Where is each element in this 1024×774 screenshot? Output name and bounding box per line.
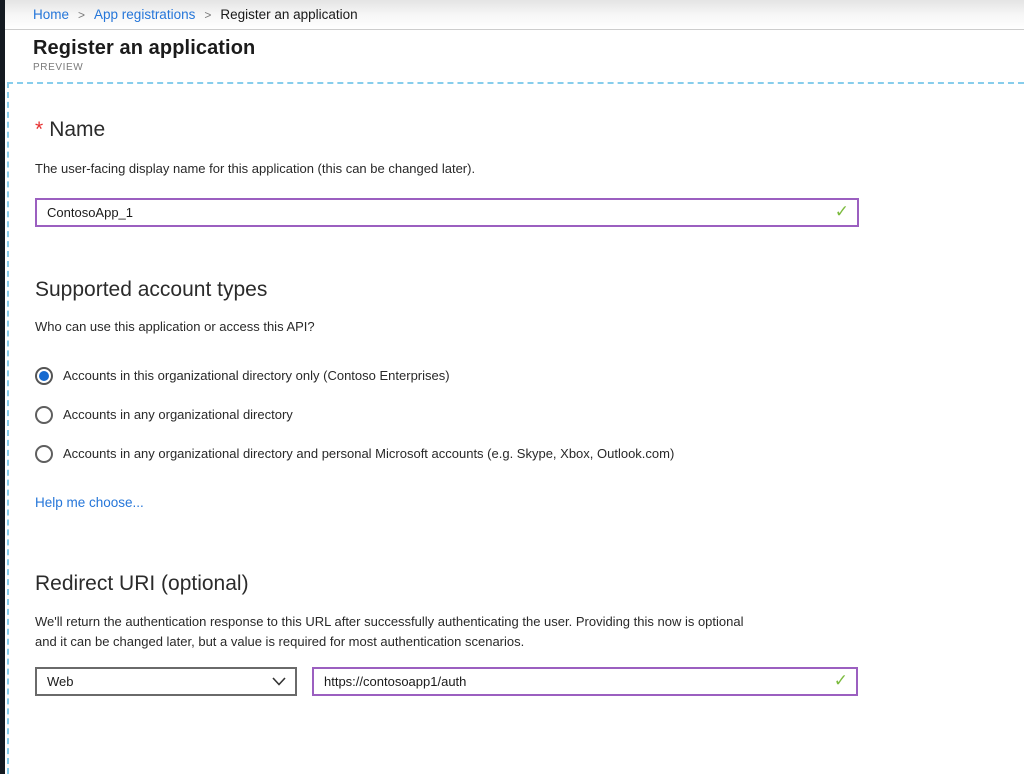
radio-selected-dot (39, 371, 49, 381)
name-section-title-text: Name (49, 118, 105, 141)
redirect-uri-description-line: We'll return the authentication response… (35, 612, 1024, 632)
breadcrumb-separator: > (204, 8, 211, 22)
radio-button-icon[interactable] (35, 406, 53, 424)
name-section-title: * Name (35, 118, 1024, 142)
radio-accounts-any-org[interactable]: Accounts in any organizational directory (35, 405, 1024, 424)
platform-type-dropdown[interactable]: Web (35, 667, 297, 696)
breadcrumb-bar: Home > App registrations > Register an a… (5, 0, 1024, 30)
breadcrumb-current-page: Register an application (220, 7, 357, 22)
breadcrumb-app-registrations-link[interactable]: App registrations (94, 7, 195, 22)
breadcrumb-separator: > (78, 8, 85, 22)
name-description: The user-facing display name for this ap… (35, 159, 1024, 179)
radio-button-icon[interactable] (35, 445, 53, 463)
account-types-section-title: Supported account types (35, 278, 1024, 302)
required-asterisk: * (35, 118, 43, 141)
radio-label: Accounts in this organizational director… (63, 368, 450, 383)
help-me-choose-link[interactable]: Help me choose... (35, 495, 144, 510)
radio-accounts-this-org-only[interactable]: Accounts in this organizational director… (35, 366, 1024, 385)
redirect-uri-description-line: and it can be changed later, but a value… (35, 632, 1024, 652)
account-types-question: Who can use this application or access t… (35, 317, 1024, 337)
name-input-container: ✓ (35, 198, 859, 227)
redirect-uri-row: Web ✓ (35, 667, 1024, 696)
platform-type-value: Web (47, 674, 74, 689)
preview-badge: PREVIEW (33, 62, 1024, 73)
radio-label: Accounts in any organizational directory… (63, 446, 674, 461)
radio-accounts-any-org-and-personal[interactable]: Accounts in any organizational directory… (35, 444, 1024, 463)
redirect-uri-input[interactable] (312, 667, 858, 696)
register-application-page: Home > App registrations > Register an a… (5, 0, 1024, 774)
redirect-uri-section-title: Redirect URI (optional) (35, 572, 1024, 596)
radio-label: Accounts in any organizational directory (63, 407, 293, 422)
radio-button-icon[interactable] (35, 367, 53, 385)
redirect-uri-description: We'll return the authentication response… (35, 612, 1024, 652)
page-title: Register an application (33, 37, 1024, 60)
redirect-uri-input-container: ✓ (312, 667, 858, 696)
blade-content: * Name The user-facing display name for t… (7, 82, 1024, 774)
name-input[interactable] (35, 198, 859, 227)
breadcrumb-home-link[interactable]: Home (33, 7, 69, 22)
chevron-down-icon (272, 677, 286, 686)
page-header: Register an application PREVIEW (5, 30, 1024, 81)
